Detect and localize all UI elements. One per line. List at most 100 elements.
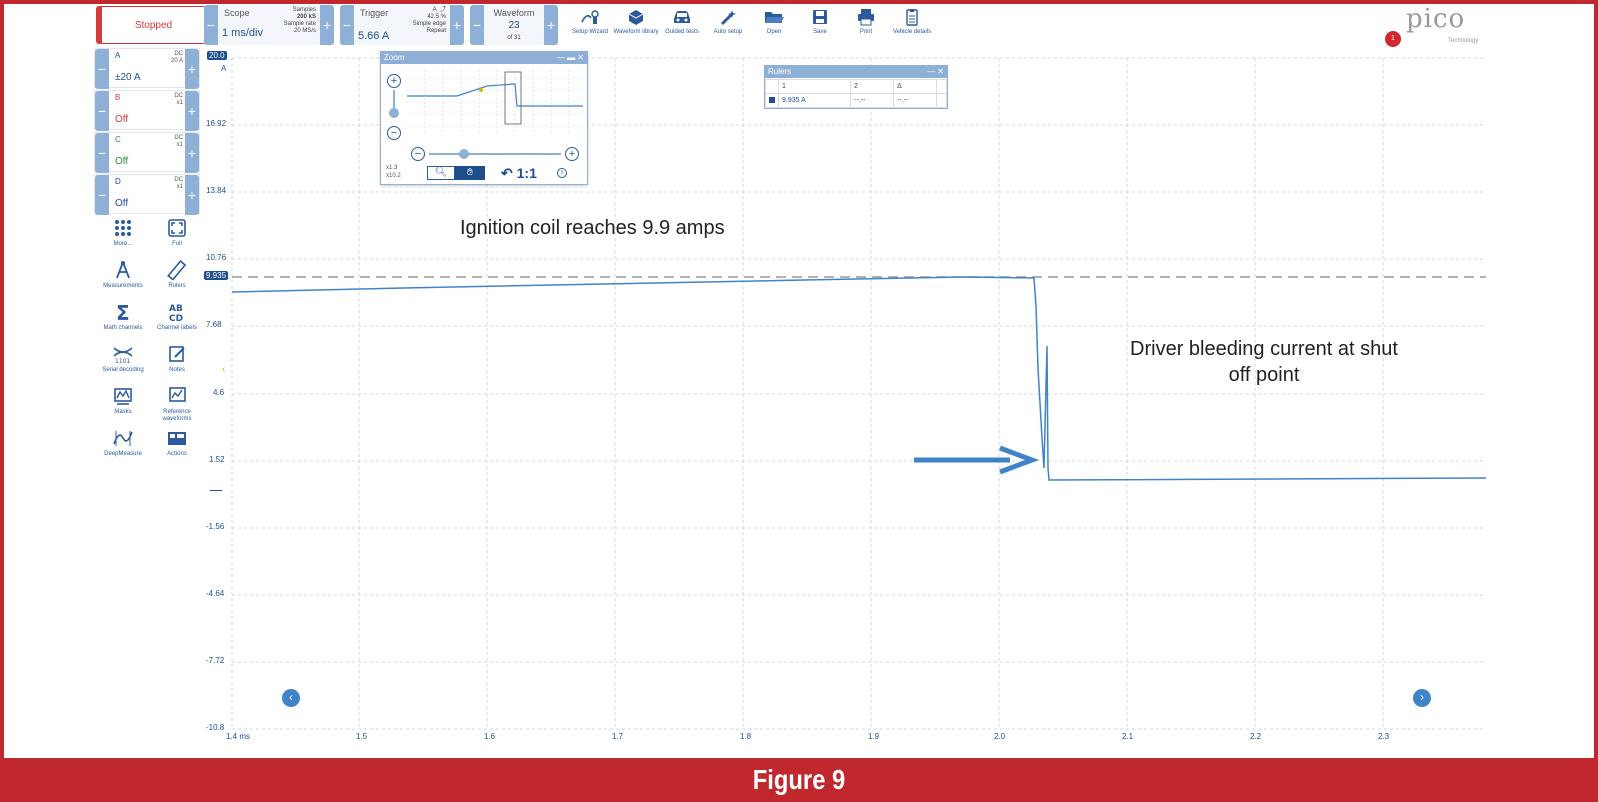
samples-value[interactable]: 200 kS <box>266 14 316 21</box>
horizontal-zoom-slider[interactable] <box>429 153 561 155</box>
channel-c-range-decrease[interactable]: − <box>95 133 109 173</box>
run-stop-button[interactable]: Stopped <box>96 6 206 44</box>
zoom-out-vertical-button[interactable]: − <box>387 126 401 140</box>
zoom-window-controls[interactable]: — ▬ ✕ <box>557 52 584 64</box>
zoom-title-bar[interactable]: Zoom — ▬ ✕ <box>381 52 587 64</box>
channel-a-panel[interactable]: − A ±20 A DC 20 A + <box>94 48 200 89</box>
y-tick-label: -4.64 <box>206 589 225 598</box>
channel-c-coupling[interactable]: DC <box>174 135 183 142</box>
vertical-zoom-handle[interactable] <box>389 108 399 118</box>
channel-d-coupling[interactable]: DC <box>174 177 183 184</box>
notification-badge[interactable]: 1 <box>1385 31 1401 47</box>
timebase-decrease-button[interactable]: − <box>204 5 218 45</box>
channel-c-probe[interactable]: x1 <box>174 142 183 149</box>
channel-a-range-decrease[interactable]: − <box>95 49 109 89</box>
rulers-value-2: --.-- <box>850 93 895 108</box>
reference-waveforms-label: Reference waveforms <box>162 409 192 422</box>
timebase-value[interactable]: 1 ms/div <box>222 27 263 39</box>
setup-wizard-button[interactable]: Setup Wizard <box>567 8 613 36</box>
compass-icon <box>116 261 130 279</box>
guided-tests-button[interactable]: Guided tests <box>659 8 705 36</box>
full-button[interactable]: Full <box>150 218 204 248</box>
rulers-button[interactable]: Rulers <box>150 260 204 290</box>
trigger-decrease-button[interactable]: − <box>340 5 354 45</box>
measurements-label: Measurements <box>103 283 143 289</box>
rulers-window[interactable]: Rulers — ✕ 1 2 Δ 9.935 A --.-- --.-- <box>764 65 948 109</box>
channel-c-panel[interactable]: − C Off DC x1 + <box>94 132 200 173</box>
pan-tool-button[interactable]: ✋︎ <box>455 166 485 180</box>
ruler-value-tag[interactable]: 9.935 <box>204 271 229 280</box>
x-tick-label: 2.1 <box>1122 732 1134 741</box>
channel-b-range[interactable]: Off <box>115 114 128 125</box>
zero-marker[interactable] <box>210 490 222 491</box>
measurements-button[interactable]: Measurements <box>96 260 150 290</box>
channel-a-coupling[interactable]: DC <box>171 51 183 58</box>
more-label: More... <box>113 241 133 247</box>
zoom-tool-button[interactable]: 🔍︎ <box>427 166 455 180</box>
channel-d-range-decrease[interactable]: − <box>95 175 109 215</box>
vehicle-details-button[interactable]: Vehicle details <box>889 8 935 36</box>
trigger-edge-icon[interactable]: A ⤴ <box>396 7 446 14</box>
channel-a-range-increase[interactable]: + <box>185 49 199 89</box>
channel-d-range[interactable]: Off <box>115 198 128 209</box>
deepmeasure-button[interactable]: DeepMeasure <box>96 428 150 458</box>
zoom-preview[interactable] <box>407 70 583 132</box>
channel-b-coupling[interactable]: DC <box>174 93 183 100</box>
channel-d-range-increase[interactable]: + <box>185 175 199 215</box>
scroll-left-button[interactable]: ‹ <box>282 689 300 707</box>
zoom-reset-button[interactable]: ↶ 1:1 <box>501 165 537 181</box>
trigger-mode[interactable]: Simple edge <box>396 21 446 28</box>
trigger-level-value[interactable]: 5.66 A <box>358 30 389 42</box>
sample-rate-label: Sample rate <box>283 21 316 27</box>
channel-b-range-increase[interactable]: + <box>185 91 199 131</box>
channel-labels-button[interactable]: AB CD Channel labels <box>150 302 204 332</box>
info-icon[interactable]: i <box>557 168 567 178</box>
auto-setup-button[interactable]: Auto setup <box>705 8 751 36</box>
channel-c-range[interactable]: Off <box>115 156 128 167</box>
open-button[interactable]: Open <box>751 8 797 36</box>
channel-a-range[interactable]: ±20 A <box>115 72 141 83</box>
timebase-increase-button[interactable]: + <box>320 5 334 45</box>
zoom-in-vertical-button[interactable]: + <box>387 74 401 88</box>
channel-b-range-decrease[interactable]: − <box>95 91 109 131</box>
channel-d-panel[interactable]: − D Off DC x1 + <box>94 174 200 215</box>
print-button[interactable]: Print <box>843 8 889 36</box>
trigger-repeat[interactable]: Repeat <box>396 28 446 35</box>
zoom-overview-window[interactable]: Zoom — ▬ ✕ + − − + x1.3 x10.2 🔍︎ ✋︎ ↶ 1:… <box>380 51 588 185</box>
channel-c-range-increase[interactable]: + <box>185 133 199 173</box>
rulers-col-delta: Δ <box>893 79 937 94</box>
more-button[interactable]: More... <box>96 218 150 248</box>
serial-decoding-label: Serial decoding <box>102 367 144 373</box>
waveform-library-button[interactable]: Waveform library <box>613 8 659 36</box>
sample-rate-value[interactable]: 20 MS/s <box>266 28 316 35</box>
channel-d-probe[interactable]: x1 <box>174 184 183 191</box>
math-channels-button[interactable]: Σ Math channels <box>96 302 150 332</box>
channel-b-probe[interactable]: x1 <box>174 100 183 107</box>
channel-a-probe[interactable]: 20 A <box>171 58 183 65</box>
auto-setup-label: Auto setup <box>713 29 743 35</box>
serial-decoding-button[interactable]: 1101 Serial decoding <box>96 344 150 374</box>
masks-button[interactable]: Masks <box>96 386 150 416</box>
zoom-in-horizontal-button[interactable]: + <box>565 147 579 161</box>
save-button[interactable]: Save <box>797 8 843 36</box>
waveform-next-button[interactable]: + <box>544 5 558 45</box>
fullscreen-icon <box>168 219 186 237</box>
horizontal-zoom-handle[interactable] <box>459 149 469 159</box>
x-tick-label: 2.2 <box>1250 732 1262 741</box>
y-scale-top[interactable]: 20.0 <box>207 51 227 60</box>
actions-button[interactable]: Actions <box>150 428 204 458</box>
notes-button[interactable]: Notes <box>150 344 204 374</box>
channel-b-panel[interactable]: − B Off DC x1 + <box>94 90 200 131</box>
rulers-title-bar[interactable]: Rulers — ✕ <box>765 66 947 78</box>
rulers-window-controls[interactable]: — ✕ <box>927 66 944 78</box>
svg-text:Σ: Σ <box>116 302 130 322</box>
zoom-out-horizontal-button[interactable]: − <box>411 147 425 161</box>
channel-a-name: A <box>115 51 121 60</box>
reference-waveforms-button[interactable]: Reference waveforms <box>150 386 204 423</box>
x-tick-label: 1.8 <box>740 732 752 741</box>
trigger-increase-button[interactable]: + <box>450 5 464 45</box>
scroll-right-button[interactable]: › <box>1413 689 1431 707</box>
rulers-row[interactable]: 9.935 A --.-- --.-- <box>765 93 947 108</box>
actions-icon <box>168 432 186 445</box>
trigger-marker-icon[interactable]: ‹ <box>222 364 225 375</box>
